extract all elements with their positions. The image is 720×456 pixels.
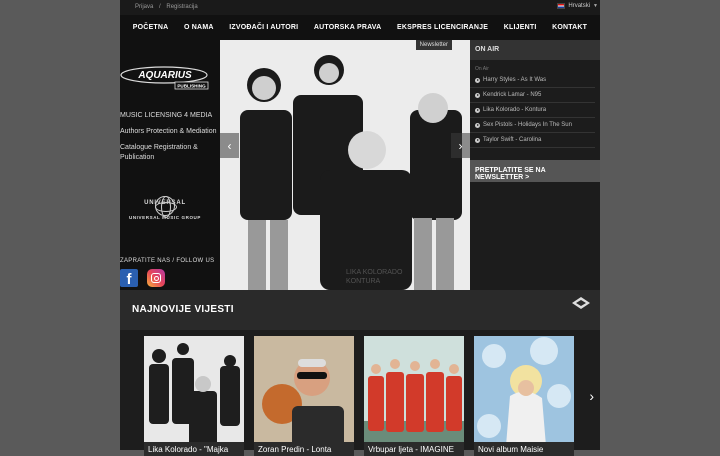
- page: Prijava / Registracija Hrvatski ▼ POČETN…: [120, 0, 600, 456]
- hero-caption-line1: LIKA KOLORADO: [346, 269, 403, 276]
- track-label: Lika Kolorado - Kontura: [483, 107, 547, 113]
- track-item[interactable]: Sex Pistols - Holidays In The Sun: [470, 118, 595, 133]
- chevron-down-icon: ▼: [593, 3, 598, 9]
- logo-subtext: PUBLISHING: [177, 84, 206, 89]
- news-card[interactable]: Zoran Predin - Lonta: [254, 336, 354, 456]
- register-link[interactable]: Registracija: [166, 4, 197, 10]
- play-icon: [475, 92, 480, 98]
- track-item[interactable]: Harry Styles - As It Was: [470, 73, 595, 88]
- nav-item-clients[interactable]: KLIJENTI: [504, 24, 537, 31]
- globe-icon: [155, 196, 177, 218]
- on-air-title: ON AIR: [470, 40, 600, 60]
- track-label: Taylor Swift - Carolina: [483, 137, 542, 143]
- nav-item-home[interactable]: POČETNA: [133, 24, 169, 31]
- news-card[interactable]: Novi album Maisie: [474, 336, 574, 456]
- nav-item-contact[interactable]: KONTAKT: [552, 24, 587, 31]
- slider-prev-arrow-icon[interactable]: ‹: [220, 133, 239, 158]
- main-nav: POČETNA O NAMA IZVOĐAČI I AUTORI AUTORSK…: [120, 15, 600, 40]
- universal-logo[interactable]: UNIVERSAL UNIVERSAL MUSIC GROUP: [120, 194, 210, 220]
- news-header: NAJNOVIJE VIJESTI: [120, 290, 600, 330]
- news-next-arrow-icon[interactable]: ›: [589, 388, 594, 404]
- track-item[interactable]: Lika Kolorado - Kontura: [470, 103, 595, 118]
- play-icon: [475, 107, 480, 113]
- sidebar-links: MUSIC LICENSING 4 MEDIA Authors Protecti…: [120, 111, 218, 169]
- facebook-icon[interactable]: f: [120, 269, 138, 287]
- on-air-subtitle: On Air: [475, 66, 489, 72]
- account-links: Prijava / Registracija: [135, 4, 202, 10]
- track-item[interactable]: Taylor Swift - Carolina: [470, 133, 595, 148]
- news-card-title: Zoran Predin - Lonta: [254, 442, 354, 456]
- nav-item-artists[interactable]: IZVOĐAČI I AUTORI: [229, 24, 298, 31]
- top-bar: Prijava / Registracija Hrvatski ▼: [120, 0, 600, 15]
- logo-text: AQUARIUS: [137, 70, 192, 81]
- news-badge-icon: [572, 297, 590, 309]
- sidebar-item-authors-protection[interactable]: Authors Protection & Mediation: [120, 127, 218, 137]
- hero-band-photo: [220, 40, 470, 290]
- croatia-flag-icon: [557, 3, 566, 9]
- news-title: NAJNOVIJE VIJESTI: [132, 304, 234, 315]
- sidebar: AQUARIUS PUBLISHING MUSIC LICENSING 4 ME…: [120, 40, 220, 290]
- news-card-image: [364, 336, 464, 456]
- play-icon: [475, 122, 480, 128]
- track-item[interactable]: Kendrick Lamar - N95: [470, 88, 595, 103]
- news-card[interactable]: Lika Kolorado - "Majka: [144, 336, 244, 456]
- news-card-title: Lika Kolorado - "Majka: [144, 442, 244, 456]
- login-link[interactable]: Prijava: [135, 4, 153, 10]
- language-selector[interactable]: Hrvatski ▼: [557, 3, 598, 9]
- hero-caption: LIKA KOLORADO KONTURA: [346, 268, 402, 286]
- play-icon: [475, 77, 480, 83]
- nav-item-copyright[interactable]: AUTORSKA PRAVA: [314, 24, 382, 31]
- news-cards: Lika Kolorado - "Majka Zoran Predin - Lo…: [144, 336, 574, 456]
- nav-item-about[interactable]: O NAMA: [184, 24, 214, 31]
- on-air-panel: ON AIR On Air Harry Styles - As It Was K…: [470, 40, 600, 290]
- sidebar-item-catalogue-registration[interactable]: Catalogue Registration & Publication: [120, 143, 218, 163]
- newsletter-subscribe-button[interactable]: PRETPLATITE SE NA NEWSLETTER >: [470, 160, 600, 182]
- news-card-title: Vrbupar ljeta - IMAGINE: [364, 442, 464, 456]
- play-icon: [475, 137, 480, 143]
- news-card-title: Novi album Maisie: [474, 442, 574, 456]
- newsletter-tab[interactable]: Newsletter: [415, 40, 452, 50]
- news-card[interactable]: Vrbupar ljeta - IMAGINE: [364, 336, 464, 456]
- track-list: Harry Styles - As It Was Kendrick Lamar …: [470, 73, 600, 148]
- hero-caption-line2: KONTURA: [346, 278, 381, 285]
- sidebar-item-music-licensing[interactable]: MUSIC LICENSING 4 MEDIA: [120, 111, 218, 121]
- separator: /: [159, 4, 161, 10]
- hero-slider[interactable]: Newsletter ‹ › LIKA KOLORADO KONTURA: [220, 40, 470, 290]
- aquarius-logo[interactable]: AQUARIUS PUBLISHING: [120, 64, 210, 90]
- social-links: f: [120, 269, 165, 287]
- nav-item-express-licensing[interactable]: EKSPRES LICENCIRANJE: [397, 24, 488, 31]
- track-label: Kendrick Lamar - N95: [483, 92, 542, 98]
- language-label: Hrvatski: [568, 3, 591, 9]
- news-card-image: [254, 336, 354, 456]
- slider-next-arrow-icon[interactable]: ›: [451, 133, 470, 158]
- news-card-image: [474, 336, 574, 456]
- news-card-image: [144, 336, 244, 456]
- follow-label: ZAPRATITE NAS / FOLLOW US: [120, 258, 215, 264]
- track-label: Harry Styles - As It Was: [483, 77, 547, 83]
- news-section: NAJNOVIJE VIJESTI Lika Kolorado - "Majka…: [120, 290, 600, 456]
- instagram-icon[interactable]: [147, 269, 165, 287]
- track-label: Sex Pistols - Holidays In The Sun: [483, 122, 572, 128]
